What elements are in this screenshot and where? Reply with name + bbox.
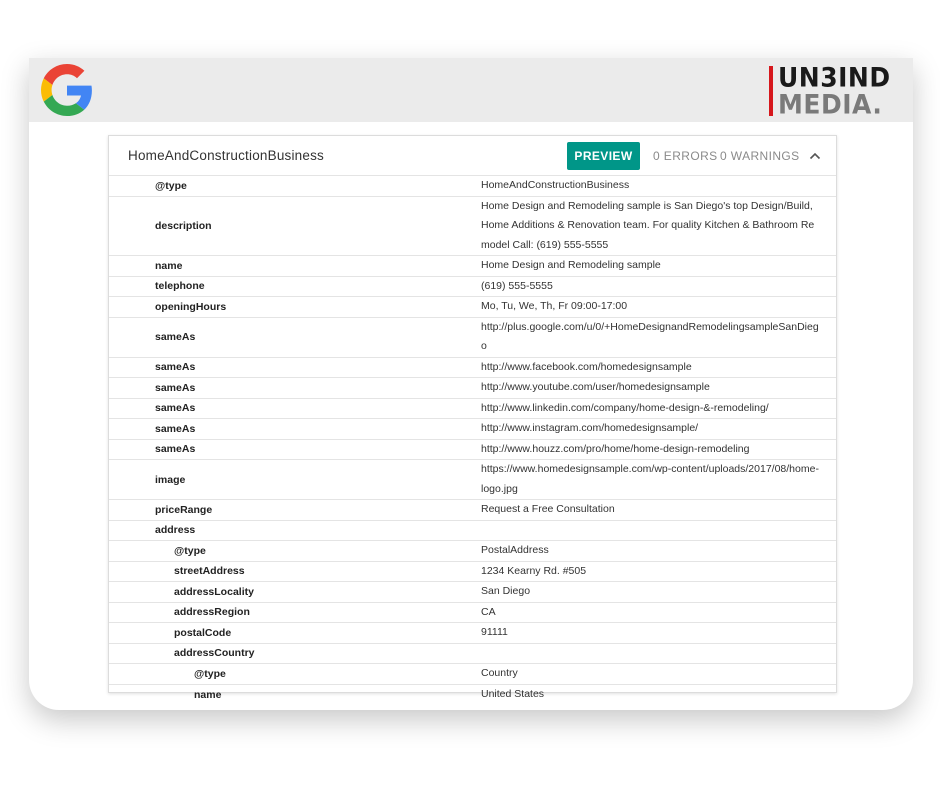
- property-name: sameAs: [155, 331, 196, 343]
- property-value: https://www.homedesignsample.com/wp-cont…: [481, 463, 819, 495]
- property-value: http://www.youtube.com/user/homedesignsa…: [481, 381, 710, 393]
- property-value: Home Design and Remodeling sample: [481, 259, 661, 271]
- warnings-count: 0 WARNINGS: [720, 149, 800, 163]
- property-value: http://www.houzz.com/pro/home/home-desig…: [481, 442, 750, 455]
- table-row: priceRange Request a Free Consultation: [109, 500, 836, 521]
- property-name: sameAs: [155, 402, 196, 415]
- property-value: HomeAndConstructionBusiness: [481, 179, 630, 191]
- property-value: Home Design and Remodeling sample is San…: [481, 199, 815, 251]
- property-value: Request a Free Consultation: [481, 503, 615, 515]
- top-bar: UN3IND MEDIA.: [29, 58, 913, 122]
- preview-button[interactable]: PREVIEW: [567, 142, 640, 170]
- property-name: sameAs: [155, 443, 196, 456]
- table-row: telephone (619) 555-5555: [109, 277, 836, 297]
- table-row: @type HomeAndConstructionBusiness: [109, 176, 836, 197]
- logo-red-bar: [769, 66, 773, 116]
- property-name: @type: [155, 179, 187, 192]
- property-value: (619) 555-5555: [481, 279, 553, 292]
- property-name: name: [155, 259, 183, 272]
- property-value: http://plus.google.com/u/0/+HomeDesignan…: [481, 320, 819, 353]
- property-value: United States: [481, 687, 545, 700]
- property-value: 91111: [481, 626, 508, 638]
- logo-text-bottom: MEDIA.: [778, 89, 883, 120]
- table-row: postalCode 91111: [109, 623, 836, 644]
- property-value: Country: [481, 667, 518, 679]
- table-row: @type PostalAddress: [109, 541, 836, 562]
- property-name: @type: [194, 667, 226, 680]
- table-row: openingHours Mo, Tu, We, Th, Fr 09:00-17:…: [109, 297, 836, 318]
- property-name: telephone: [155, 280, 205, 293]
- errors-count: 0 ERRORS: [653, 149, 718, 163]
- property-value: Mo, Tu, We, Th, Fr 09:00-17:00: [481, 300, 628, 312]
- table-row: @type Country: [109, 664, 836, 685]
- property-name: sameAs: [155, 361, 196, 374]
- property-name: postalCode: [174, 626, 232, 639]
- table-row: sameAs http://www.linkedin.com/company/ho…: [109, 399, 836, 419]
- table-row: address: [109, 521, 836, 541]
- table-row: addressLocality San Diego: [109, 582, 836, 603]
- property-name: image: [155, 473, 186, 486]
- property-name: addressRegion: [174, 606, 250, 619]
- property-value: San Diego: [481, 585, 531, 597]
- table-row: name Home Design and Remodeling sample: [109, 256, 836, 277]
- property-value: [481, 521, 821, 541]
- property-value: CA: [481, 605, 496, 618]
- table-row: sameAs http://www.houzz.com/pro/home/home…: [109, 440, 836, 460]
- google-g-icon: [41, 64, 92, 116]
- table-row: addressRegion CA: [109, 603, 836, 623]
- table-row: description Home Design and Remodeling sa…: [109, 197, 836, 256]
- panel-title: HomeAndConstructionBusiness: [128, 148, 324, 163]
- property-value: [481, 644, 821, 664]
- property-name: address: [155, 524, 196, 537]
- property-table: @type HomeAndConstructionBusiness descript…: [109, 176, 836, 705]
- property-name: description: [155, 219, 212, 232]
- property-name: streetAddress: [174, 565, 245, 578]
- property-value: PostalAddress: [481, 544, 549, 556]
- table-row: image https://www.homedesignsample.com/wp…: [109, 460, 836, 500]
- panel-header[interactable]: HomeAndConstructionBusiness PREVIEW 0 ER…: [109, 136, 836, 176]
- table-row: streetAddress 1234 Kearny Rd. #505: [109, 562, 836, 582]
- table-row: addressCountry: [109, 644, 836, 664]
- table-row: sameAs http://www.youtube.com/user/homede…: [109, 378, 836, 399]
- property-name: name: [194, 688, 222, 701]
- property-name: addressCountry: [174, 647, 255, 660]
- property-value: 1234 Kearny Rd. #505: [481, 564, 587, 577]
- property-name: openingHours: [155, 300, 227, 313]
- property-name: addressLocality: [174, 585, 254, 598]
- property-name: sameAs: [155, 422, 196, 435]
- property-name: sameAs: [155, 381, 196, 394]
- chevron-up-icon[interactable]: [808, 149, 822, 163]
- structured-data-panel: HomeAndConstructionBusiness PREVIEW 0 ER…: [108, 135, 837, 701]
- table-row: name United States: [109, 685, 836, 705]
- table-row: sameAs http://www.facebook.com/homedesign…: [109, 358, 836, 378]
- property-name: @type: [174, 544, 206, 557]
- property-value: http://www.linkedin.com/company/home-des…: [481, 401, 769, 414]
- table-row: sameAs http://plus.google.com/u/0/+HomeDe…: [109, 318, 836, 358]
- property-value: http://www.instagram.com/homedesignsampl…: [481, 422, 699, 434]
- property-name: priceRange: [155, 503, 213, 516]
- unbind-media-logo: UN3IND MEDIA.: [769, 63, 901, 120]
- table-row: sameAs http://www.instagram.com/homedesig…: [109, 419, 836, 440]
- property-value: http://www.facebook.com/homedesignsample: [481, 360, 692, 373]
